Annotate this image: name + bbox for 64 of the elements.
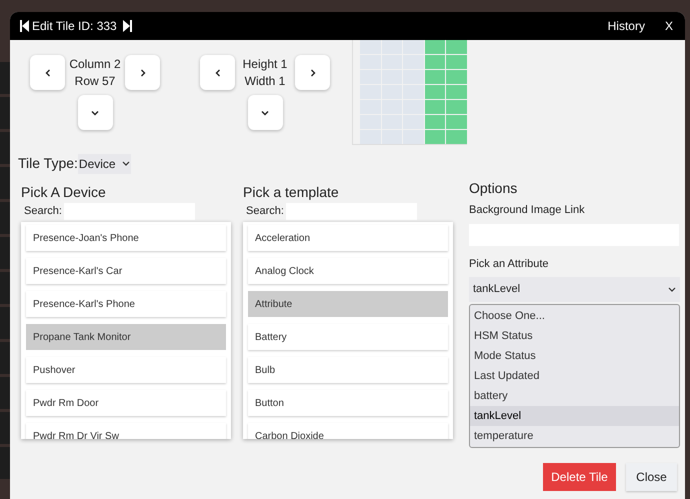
decrease-button[interactable] xyxy=(200,55,235,90)
dropdown-option[interactable]: Last Updated xyxy=(470,366,679,386)
list-item[interactable]: Pwdr Rm Door xyxy=(26,390,226,416)
section-title: Options xyxy=(469,179,518,198)
dropdown-option[interactable]: tankLevel xyxy=(470,406,679,426)
increase-button[interactable] xyxy=(125,55,160,90)
dashboard-tile xyxy=(0,62,10,94)
dashboard-tile xyxy=(0,307,10,339)
stepper-label: Width 1 xyxy=(244,72,286,90)
dashboard-tile xyxy=(0,167,10,199)
skip-back-icon[interactable] xyxy=(20,20,29,32)
list-item[interactable]: Button xyxy=(248,390,448,416)
dropdown-option[interactable]: HSM Status xyxy=(470,326,679,346)
search-field[interactable] xyxy=(64,203,195,220)
increase-button[interactable] xyxy=(295,55,330,90)
dropdown-option[interactable]: Choose One... xyxy=(470,306,679,326)
dashboard-tile xyxy=(0,272,10,304)
dashboard-tile xyxy=(0,447,10,479)
list-item[interactable]: Pwdr Rm Dr Vir Sw xyxy=(26,423,226,439)
tile-type-label: Tile Type: xyxy=(18,154,78,173)
decrease-button[interactable] xyxy=(30,55,65,90)
dashboard-tile xyxy=(0,97,10,129)
dashboard-tile xyxy=(0,342,10,374)
skip-forward-icon[interactable] xyxy=(122,20,132,32)
chevron-down-icon xyxy=(122,160,130,166)
stepper-label: Column 2 xyxy=(69,56,121,72)
search-label: Search: xyxy=(246,204,284,220)
dropdown-option[interactable]: temperature xyxy=(470,426,679,446)
move-down-button[interactable] xyxy=(78,95,112,130)
field-label: Pick an Attribute xyxy=(469,256,550,272)
dropdown-option[interactable]: battery xyxy=(470,386,679,406)
dashboard-tile xyxy=(0,202,10,234)
list-item[interactable]: Bulb xyxy=(248,357,448,383)
close-button[interactable]: Close xyxy=(626,463,677,491)
stepper-label: Height 1 xyxy=(242,56,288,72)
field-label: Background Image Link xyxy=(469,203,586,218)
dashboard-tile xyxy=(0,377,10,409)
search-field[interactable] xyxy=(286,203,417,220)
dashboard-tile xyxy=(0,132,10,164)
window-title: Edit Tile ID: 333 xyxy=(32,18,117,35)
list-item[interactable]: Pushover xyxy=(26,357,226,383)
list-item[interactable]: Presence-Joan's Phone xyxy=(26,225,226,251)
stepper-label: Row 57 xyxy=(74,72,116,90)
move-down-button[interactable] xyxy=(248,95,282,130)
dropdown-option[interactable]: Mode Status xyxy=(470,346,679,366)
section-title: Pick a template xyxy=(243,183,340,201)
list-item[interactable]: Battery xyxy=(248,324,448,350)
list-item[interactable]: Attribute xyxy=(248,291,448,317)
list-item[interactable]: Carbon Dioxide xyxy=(248,423,448,439)
dashboard-tile xyxy=(0,237,10,269)
header-link[interactable]: X xyxy=(664,17,673,35)
dashboard-tile xyxy=(0,412,10,444)
attribute-select[interactable]: tankLevel xyxy=(469,277,680,302)
list-item[interactable]: Propane Tank Monitor xyxy=(26,324,226,350)
list-item[interactable]: Presence-Karl's Phone xyxy=(26,291,226,317)
list-item[interactable]: Acceleration xyxy=(248,225,448,251)
header-link[interactable]: History xyxy=(608,17,645,35)
tile-type-select[interactable]: Device xyxy=(78,154,131,174)
list-item[interactable]: Analog Clock xyxy=(248,258,448,284)
chevron-down-icon xyxy=(668,286,676,292)
delete-button[interactable]: Delete Tile xyxy=(543,463,616,491)
section-title: Pick A Device xyxy=(21,183,107,201)
search-label: Search: xyxy=(24,204,62,220)
list-item[interactable]: Presence-Karl's Car xyxy=(26,258,226,284)
